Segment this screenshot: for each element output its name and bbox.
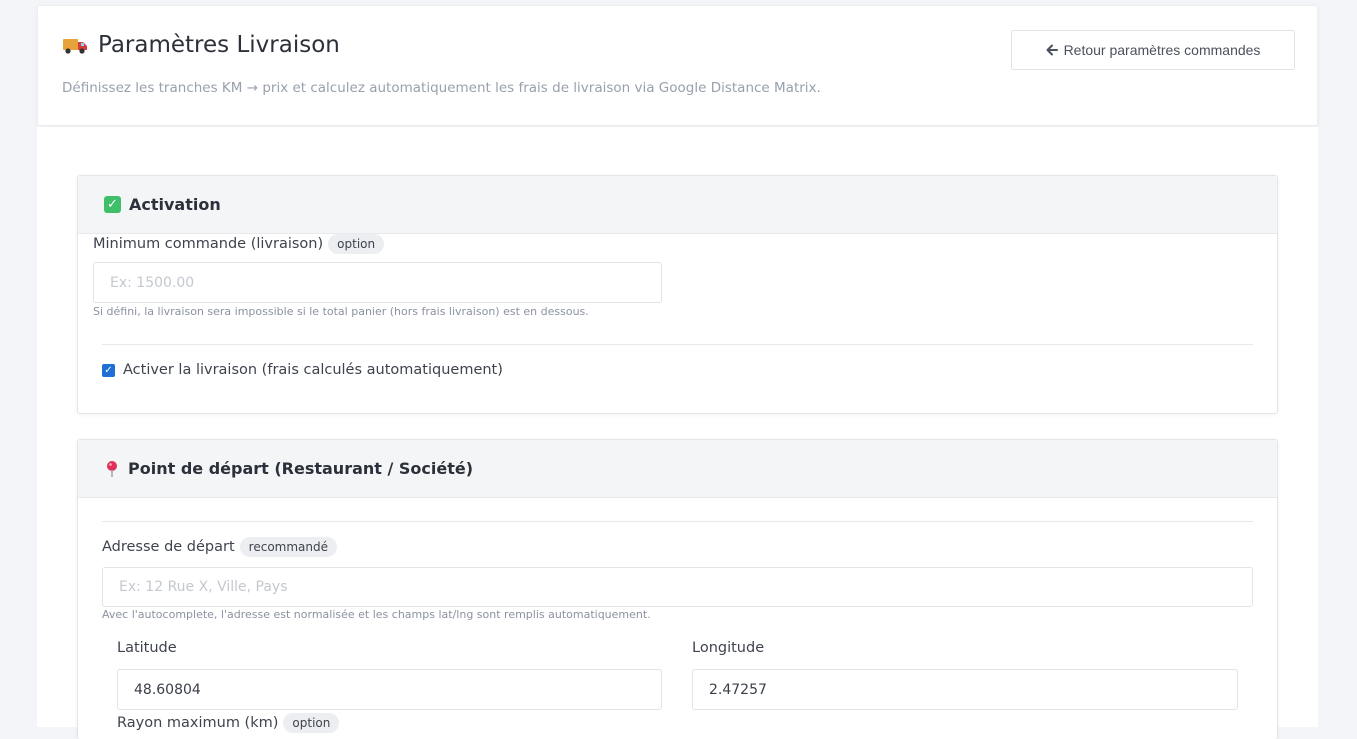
activation-title: Activation [129, 195, 221, 214]
page-title-text: Paramètres Livraison [98, 32, 340, 58]
enable-delivery-checkbox[interactable]: ✓ [102, 363, 115, 377]
min-order-help: Si défini, la livraison sera impossible … [93, 305, 589, 318]
departure-title: Point de départ (Restaurant / Société) [128, 459, 474, 478]
map-pin-icon [107, 460, 117, 477]
option-badge: option [328, 234, 385, 254]
departure-section: Point de départ (Restaurant / Société) A… [77, 439, 1278, 739]
enable-delivery-label[interactable]: Activer la livraison (frais calculés aut… [123, 362, 503, 378]
page-title: Paramètres Livraison [62, 32, 340, 58]
page-subtitle: Définissez les tranches KM → prix et cal… [62, 80, 821, 96]
radius-label: Rayon maximum (km) option [117, 713, 340, 733]
min-order-label: Minimum commande (livraison) option [93, 234, 385, 254]
latitude-label-text: Latitude [117, 640, 177, 656]
recommended-badge: recommandé [239, 537, 338, 557]
departure-address-label-text: Adresse de départ [102, 539, 235, 555]
check-mark-icon: ✓ [104, 196, 121, 213]
longitude-label-text: Longitude [692, 640, 765, 656]
activation-section-header: ✓ Activation [78, 176, 1277, 234]
departure-address-input[interactable] [102, 567, 1253, 607]
longitude-label: Longitude [692, 640, 764, 656]
latitude-input[interactable] [117, 669, 662, 710]
divider [102, 344, 1253, 345]
departure-section-header: Point de départ (Restaurant / Société) [78, 440, 1277, 498]
divider [102, 521, 1253, 522]
arrow-left-icon [1046, 44, 1058, 56]
page-header: Paramètres Livraison Définissez les tran… [37, 5, 1318, 126]
departure-address-label: Adresse de départ recommandé [102, 537, 338, 557]
radius-label-text: Rayon maximum (km) [117, 715, 279, 731]
option-badge: option [283, 713, 340, 733]
min-order-label-text: Minimum commande (livraison) [93, 236, 324, 252]
main-panel: ✓ Activation Minimum commande (livraison… [37, 127, 1318, 739]
latitude-label: Latitude [117, 640, 177, 656]
activation-section: ✓ Activation Minimum commande (livraison… [77, 175, 1278, 414]
departure-address-help: Avec l'autocomplete, l'adresse est norma… [102, 608, 651, 621]
longitude-input[interactable] [692, 669, 1238, 710]
back-to-order-settings-button[interactable]: Retour paramètres commandes [1011, 30, 1295, 70]
back-button-label: Retour paramètres commandes [1063, 42, 1261, 58]
enable-delivery-row: ✓ Activer la livraison (frais calculés a… [102, 362, 503, 378]
min-order-input[interactable] [93, 262, 662, 303]
truck-icon [63, 39, 87, 54]
